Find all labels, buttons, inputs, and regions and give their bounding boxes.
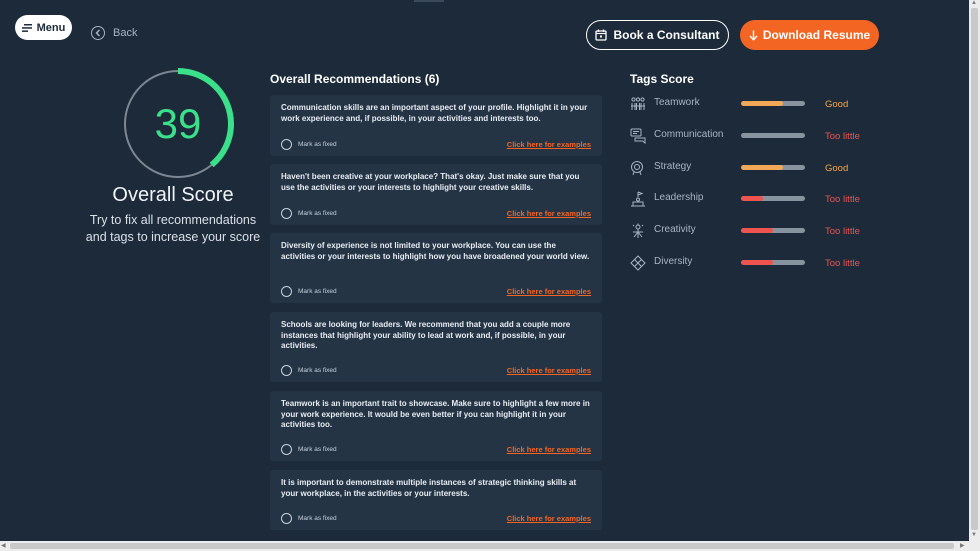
tag-level-bar <box>741 228 805 233</box>
score-subtitle-line1: Try to fix all recommendations <box>89 213 257 227</box>
mark-label: Mark as fixed <box>298 446 337 453</box>
mark-radio[interactable] <box>281 139 292 150</box>
leadership-icon <box>631 191 645 207</box>
tag-level-bar <box>741 165 805 170</box>
creativity-icon <box>632 223 644 238</box>
tag-row-teamwork: Teamwork Good <box>630 94 870 114</box>
tag-status: Good <box>825 163 849 174</box>
examples-link[interactable]: Click here for examples <box>507 140 591 149</box>
mark-radio[interactable] <box>281 513 292 524</box>
tag-name: Communication <box>654 129 724 140</box>
mark-as-fixed-toggle[interactable]: Mark as fixed <box>281 139 337 150</box>
score-gauge: 39 <box>120 66 236 182</box>
recommendation-card: Diversity of experience is not limited t… <box>270 233 602 303</box>
mark-as-fixed-toggle[interactable]: Mark as fixed <box>281 286 337 297</box>
examples-link[interactable]: Click here for examples <box>507 287 591 296</box>
scroll-up-icon[interactable]: ▲ <box>971 0 977 6</box>
recommendation-card: Teamwork is an important trait to showca… <box>270 391 602 461</box>
score-value: 39 <box>154 100 202 147</box>
tag-status: Too little <box>825 258 860 269</box>
back-label: Back <box>113 27 138 39</box>
tag-name: Strategy <box>654 161 692 172</box>
mark-as-fixed-toggle[interactable]: Mark as fixed <box>281 208 337 219</box>
tag-level-bar <box>741 133 805 138</box>
mark-label: Mark as fixed <box>298 210 337 217</box>
recommendation-text: It is important to demonstrate multiple … <box>281 478 577 498</box>
mark-label: Mark as fixed <box>298 288 337 295</box>
mark-as-fixed-toggle[interactable]: Mark as fixed <box>281 365 337 376</box>
diversity-icon <box>630 255 646 271</box>
book-consultant-label: Book a Consultant <box>613 28 720 42</box>
tag-name: Teamwork <box>654 97 700 108</box>
scroll-right-icon[interactable]: ▶ <box>960 542 965 549</box>
mark-label: Mark as fixed <box>298 515 337 522</box>
back-arrow-icon <box>91 26 105 40</box>
team-icon <box>631 97 645 110</box>
tag-row-strategy: Strategy Good <box>630 158 870 178</box>
recommendation-card: It is important to demonstrate multiple … <box>270 470 602 530</box>
examples-link[interactable]: Click here for examples <box>507 209 591 218</box>
recommendation-card: Schools are looking for leaders. We reco… <box>270 312 602 382</box>
calendar-icon <box>595 29 608 41</box>
tag-status: Good <box>825 99 849 110</box>
tag-level-bar <box>741 101 805 106</box>
score-subtitle: Try to fix all recommendations and tags … <box>80 212 266 246</box>
recommendation-text: Communication skills are an important as… <box>281 103 588 123</box>
tag-status: Too little <box>825 194 860 205</box>
top-indicator <box>414 0 444 2</box>
download-arrow-icon <box>749 30 758 41</box>
strategy-icon <box>631 161 643 176</box>
recommendation-text: Haven't been creative at your workplace?… <box>281 172 580 192</box>
score-title: Overall Score <box>112 184 234 206</box>
tag-status: Too little <box>825 226 860 237</box>
menu-button[interactable]: Menu <box>15 15 72 40</box>
scroll-down-icon[interactable]: ▼ <box>971 532 977 538</box>
tag-row-diversity: Diversity Too little <box>630 253 870 273</box>
mark-radio[interactable] <box>281 365 292 376</box>
tag-status: Too little <box>825 131 860 142</box>
vertical-scroll-thumb[interactable] <box>971 8 978 530</box>
examples-link[interactable]: Click here for examples <box>507 366 591 375</box>
back-button[interactable]: Back <box>91 26 137 40</box>
mark-label: Mark as fixed <box>298 141 337 148</box>
tags-score-heading: Tags Score <box>630 72 694 86</box>
menu-icon <box>21 23 32 32</box>
recommendation-card: Communication skills are an important as… <box>270 95 602 156</box>
mark-as-fixed-toggle[interactable]: Mark as fixed <box>281 444 337 455</box>
mark-radio[interactable] <box>281 444 292 455</box>
download-resume-button[interactable]: Download Resume <box>740 20 879 50</box>
menu-label: Menu <box>36 21 66 34</box>
tag-name: Diversity <box>654 256 693 267</box>
examples-link[interactable]: Click here for examples <box>507 514 591 523</box>
recommendation-text: Diversity of experience is not limited t… <box>281 241 590 261</box>
tag-name: Leadership <box>654 192 704 203</box>
download-resume-label: Download Resume <box>762 28 871 42</box>
horizontal-scrollbar[interactable]: ◀ ▶ <box>0 541 980 551</box>
tag-row-communication: Communication Too little <box>630 126 870 146</box>
scroll-left-icon[interactable]: ◀ <box>1 542 6 549</box>
tag-level-bar <box>741 196 805 201</box>
tag-row-leadership: Leadership Too little <box>630 189 870 209</box>
mark-radio[interactable] <box>281 208 292 219</box>
examples-link[interactable]: Click here for examples <box>507 445 591 454</box>
recommendations-heading: Overall Recommendations (6) <box>270 72 440 86</box>
horizontal-scroll-thumb[interactable] <box>10 543 954 549</box>
mark-label: Mark as fixed <box>298 367 337 374</box>
book-consultant-button[interactable]: Book a Consultant <box>586 20 729 50</box>
tag-name: Creativity <box>654 224 696 235</box>
recommendation-text: Schools are looking for leaders. We reco… <box>281 320 571 350</box>
tag-row-creativity: Creativity Too little <box>630 221 870 241</box>
chat-icon <box>630 128 646 144</box>
mark-radio[interactable] <box>281 286 292 297</box>
score-subtitle-line2: and tags to increase your score <box>85 230 261 244</box>
tag-level-bar <box>741 260 805 265</box>
mark-as-fixed-toggle[interactable]: Mark as fixed <box>281 513 337 524</box>
vertical-scrollbar[interactable]: ▲ ▼ <box>969 0 980 541</box>
recommendation-card: Haven't been creative at your workplace?… <box>270 164 602 225</box>
recommendation-text: Teamwork is an important trait to showca… <box>281 399 590 429</box>
